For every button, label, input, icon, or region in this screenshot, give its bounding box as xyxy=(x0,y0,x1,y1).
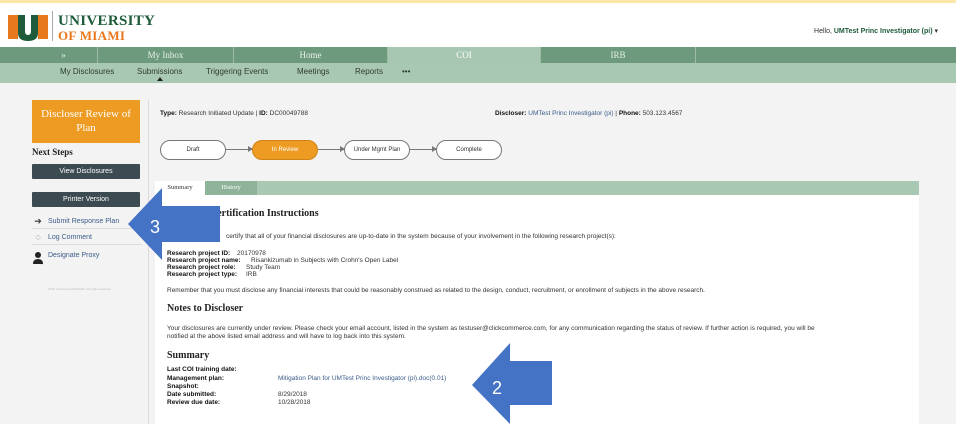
certification-heading: Certification Instructions xyxy=(210,208,319,219)
notes-heading: Notes to Discloser xyxy=(167,303,244,314)
id-label: ID: xyxy=(259,110,268,117)
discloser-info: Discloser: UMTest Princ Investigator (pi… xyxy=(495,110,683,117)
date-submitted-value: 8/29/2018 xyxy=(278,391,307,398)
disclosure-reminder: Remember that you must disclose any fina… xyxy=(167,287,705,294)
type-value: Research Initiated Update xyxy=(178,110,254,117)
arrow-right-icon: ➔ xyxy=(34,216,42,226)
project-role-value: Study Team xyxy=(246,264,281,271)
callout-arrow-2: 2 xyxy=(472,343,552,424)
submit-response-plan-label: Submit Response Plan xyxy=(48,218,120,225)
subnav-more-icon[interactable]: ••• xyxy=(402,63,410,83)
log-comment-link[interactable]: ◌ Log Comment xyxy=(32,231,142,245)
subnav-triggering-events[interactable]: Triggering Events xyxy=(206,63,268,83)
callout-arrow-3: 3 xyxy=(128,188,220,260)
sidebar-title: Discloser Review of Plan xyxy=(32,100,140,143)
nav-irb[interactable]: IRB xyxy=(541,47,696,63)
management-plan-link[interactable]: Mitigation Plan for UMTest Princ Investi… xyxy=(278,375,446,382)
nav-coi[interactable]: COI xyxy=(388,47,541,63)
greeting-prefix: Hello, xyxy=(814,28,834,35)
next-steps-heading: Next Steps xyxy=(32,147,73,157)
discloser-label: Discloser: xyxy=(495,110,527,117)
designate-proxy-label: Designate Proxy xyxy=(48,252,100,259)
active-indicator-icon xyxy=(157,77,163,81)
type-label: Type: xyxy=(160,110,177,117)
svg-text:+: + xyxy=(40,261,43,265)
project-type-value: IRB xyxy=(246,271,257,278)
summary-heading: Summary xyxy=(167,350,210,361)
user-name[interactable]: UMTest Princ Investigator (pi) xyxy=(834,28,933,35)
tab-bar xyxy=(155,181,919,195)
primary-nav: » My Inbox Home COI IRB xyxy=(0,47,956,63)
workflow-arrow xyxy=(226,146,253,152)
logo-divider xyxy=(52,11,53,41)
callout-number-2: 2 xyxy=(492,378,502,398)
discloser-link[interactable]: UMTest Princ Investigator (pi) xyxy=(528,110,613,117)
workflow-step-draft: Draft xyxy=(160,140,226,160)
subnav-my-disclosures[interactable]: My Disclosures xyxy=(60,63,114,83)
nav-home[interactable]: Home xyxy=(234,47,388,63)
user-menu[interactable]: Hello, UMTest Princ Investigator (pi) ▾ xyxy=(814,27,938,35)
submit-response-plan-link[interactable]: ➔ Submit Response Plan xyxy=(32,215,142,229)
chevron-down-icon[interactable]: ▾ xyxy=(934,28,938,35)
workflow-arrow xyxy=(410,146,437,152)
view-disclosures-button[interactable]: View Disclosures xyxy=(32,164,140,179)
university-logo-icon xyxy=(8,15,48,41)
date-submitted-label: Date submitted: xyxy=(167,391,217,398)
printer-version-button[interactable]: Printer Version xyxy=(32,192,140,207)
callout-number-3: 3 xyxy=(150,217,160,237)
workflow-arrow xyxy=(318,146,345,152)
notes-text-line2: notified at the above listed email addre… xyxy=(167,333,406,340)
designate-proxy-link[interactable]: + Designate Proxy xyxy=(32,249,142,269)
snapshot-label: Snapshot: xyxy=(167,383,199,390)
sidebar-footer: 2015. Developed 600a3d2b. All rights res… xyxy=(48,287,112,291)
phone-value: 503.123.4567 xyxy=(642,110,683,117)
review-due-date-label: Review due date: xyxy=(167,399,221,406)
nav-expand-button[interactable]: » xyxy=(30,47,98,63)
notes-text-line1: Your disclosures are currently under rev… xyxy=(167,325,815,332)
project-name-value: Risankizumab in Subjects with Crohn's Op… xyxy=(251,257,399,264)
project-type-label: Research project type: xyxy=(167,271,238,278)
workflow-step-in-review: In Review xyxy=(252,140,318,160)
training-date-label: Last COI training date: xyxy=(167,366,237,373)
header: UNIVERSITY OF MIAMI Hello, UMTest Princ … xyxy=(0,3,956,47)
id-value: DC00049788 xyxy=(269,110,308,117)
subnav-meetings[interactable]: Meetings xyxy=(297,63,329,83)
user-add-icon: + xyxy=(33,252,43,265)
management-plan-label: Management plan: xyxy=(167,375,225,382)
project-role-label: Research project role: xyxy=(167,264,236,271)
nav-my-inbox[interactable]: My Inbox xyxy=(98,47,234,63)
log-comment-label: Log Comment xyxy=(48,234,92,241)
disclosure-type-id: Type: Research Initiated Update | ID: DC… xyxy=(160,110,308,117)
project-id-value: 20170978 xyxy=(237,250,266,257)
comment-icon: ◌ xyxy=(35,232,41,242)
workflow-step-complete: Complete xyxy=(436,140,502,160)
secondary-nav: My Disclosures Submissions Triggering Ev… xyxy=(0,63,956,83)
subnav-reports[interactable]: Reports xyxy=(355,63,383,83)
review-due-date-value: 10/28/2018 xyxy=(278,399,311,406)
workflow-step-under-mgmt-plan: Under Mgmt Plan xyxy=(344,140,410,160)
logo-text-of-miami: OF MIAMI xyxy=(58,28,126,43)
phone-label: Phone: xyxy=(618,110,641,117)
certification-intro: certify that all of your financial discl… xyxy=(226,233,616,240)
